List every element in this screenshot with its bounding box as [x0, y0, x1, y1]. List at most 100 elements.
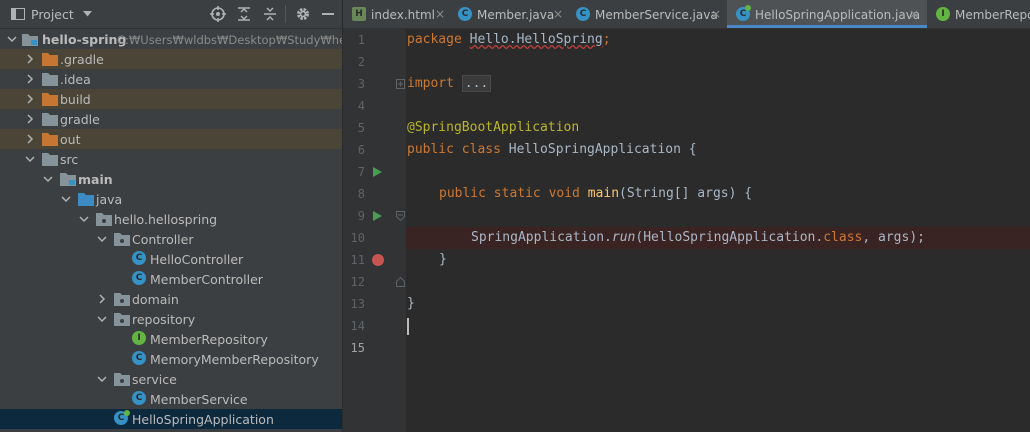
code-token: import [407, 76, 462, 91]
chevron-right-icon[interactable] [96, 293, 108, 305]
line-number: 14 [350, 319, 365, 333]
class-icon: C [576, 7, 590, 21]
tab-label: HelloSpringApplication.java [755, 8, 921, 22]
project-panel-header: Project [0, 0, 342, 29]
run-icon[interactable] [373, 167, 382, 177]
package-icon [96, 213, 112, 226]
line-number: 13 [350, 297, 365, 311]
tree-row-member-controller[interactable]: C MemberController [0, 269, 342, 289]
tab-member-java[interactable]: C Member.java × [449, 0, 567, 28]
close-icon[interactable]: × [553, 7, 563, 21]
chevron-right-icon[interactable] [24, 73, 36, 85]
close-icon[interactable]: × [909, 7, 919, 21]
package-icon [114, 293, 130, 306]
tree-label: MemberService [150, 392, 248, 407]
tree-row-out[interactable]: out [0, 129, 342, 149]
tree-row-idea[interactable]: .idea [0, 69, 342, 89]
tab-hello-spring-application-java[interactable]: C HelloSpringApplication.java × [727, 0, 927, 28]
chevron-down-icon[interactable] [83, 11, 92, 17]
class-icon: C [132, 391, 146, 405]
project-path: C:₩Users₩wldbs₩Desktop₩Study₩hello-s [117, 33, 342, 47]
package-icon [114, 313, 130, 326]
tree-row-root[interactable]: hello-spring C:₩Users₩wldbs₩Desktop₩Stud… [0, 29, 342, 49]
tab-index-html[interactable]: H index.html × [343, 0, 449, 28]
tree-row-main[interactable]: main [0, 169, 342, 189]
folded-imports[interactable]: ... [461, 75, 492, 92]
run-icon[interactable] [373, 211, 382, 221]
tree-row-java[interactable]: java [0, 189, 342, 209]
code-editor[interactable]: package Hello.HelloSpring; import ... @S… [406, 29, 1030, 432]
chevron-down-icon[interactable] [96, 373, 108, 385]
tree-label: src [60, 152, 79, 167]
line-number: 12 [350, 275, 365, 289]
project-tree: hello-spring C:₩Users₩wldbs₩Desktop₩Stud… [0, 29, 342, 429]
tree-row-domain[interactable]: domain [0, 289, 342, 309]
fold-minus-icon[interactable] [396, 211, 405, 221]
html-file-icon: H [352, 7, 366, 21]
tab-label: index.html [371, 8, 435, 22]
chevron-down-icon[interactable] [6, 33, 18, 45]
chevron-down-icon[interactable] [96, 313, 108, 325]
tree-row-memory-member-repository[interactable]: C MemoryMemberRepository [0, 349, 342, 369]
chevron-right-icon[interactable] [24, 133, 36, 145]
fold-plus-icon[interactable] [396, 79, 405, 89]
tree-row-gradle[interactable]: gradle [0, 109, 342, 129]
chevron-down-icon[interactable] [24, 153, 36, 165]
fold-end-icon[interactable] [396, 277, 405, 287]
tree-row-hello-spring-application[interactable]: C HelloSpringApplication [0, 409, 342, 429]
tree-row-package-root[interactable]: hello.hellospring [0, 209, 342, 229]
line-number: 7 [357, 165, 365, 179]
tree-row-service[interactable]: service [0, 369, 342, 389]
chevron-down-icon[interactable] [78, 213, 90, 225]
tree-label: service [132, 372, 177, 387]
tree-row-hello-controller[interactable]: C HelloController [0, 249, 342, 269]
project-view-dropdown-label[interactable]: Project [31, 7, 74, 22]
folder-icon [42, 133, 58, 146]
tree-row-build[interactable]: build [0, 89, 342, 109]
close-icon[interactable]: × [435, 7, 445, 21]
tree-row-controller[interactable]: Controller [0, 229, 342, 249]
tree-label: domain [132, 292, 179, 307]
chevron-down-icon[interactable] [42, 173, 54, 185]
folder-icon [42, 73, 58, 86]
line-number: 9 [357, 209, 365, 223]
folder-icon [42, 93, 58, 106]
tree-row-member-service[interactable]: C MemberService [0, 389, 342, 409]
chevron-right-icon[interactable] [24, 113, 36, 125]
chevron-right-icon[interactable] [24, 53, 36, 65]
breakpoint-icon[interactable] [372, 254, 384, 266]
tab-label: MemberService.java [595, 8, 718, 22]
interface-icon: I [132, 331, 146, 345]
tree-row-repository[interactable]: repository [0, 309, 342, 329]
tree-row-gradle-cache[interactable]: .gradle [0, 49, 342, 69]
collapse-all-icon[interactable] [262, 6, 278, 22]
code-token: @SpringBootApplication [407, 120, 580, 135]
tree-label: MemberRepository [150, 332, 268, 347]
code-token: Hello.HelloSpring [469, 32, 603, 47]
hide-panel-icon[interactable] [320, 6, 336, 22]
tab-member-service-java[interactable]: C MemberService.java × [567, 0, 727, 28]
gear-icon[interactable] [295, 6, 311, 22]
line-number: 11 [350, 253, 365, 267]
code-token: (String[] args) { [619, 186, 753, 201]
locate-file-icon[interactable] [210, 6, 226, 22]
class-icon: C [458, 7, 472, 21]
tab-member-repository[interactable]: I MemberRepos [927, 0, 1030, 28]
chevron-down-icon[interactable] [96, 233, 108, 245]
line-number: 15 [350, 341, 365, 355]
expand-all-icon[interactable] [236, 6, 252, 22]
line-number: 5 [357, 121, 365, 135]
chevron-right-icon[interactable] [24, 93, 36, 105]
code-token: } [407, 296, 415, 311]
tree-row-member-repository[interactable]: I MemberRepository [0, 329, 342, 349]
folder-icon [42, 53, 58, 66]
tree-label: build [60, 92, 91, 107]
code-line-current [406, 315, 1030, 337]
tree-row-src[interactable]: src [0, 149, 342, 169]
tree-label: main [78, 172, 113, 187]
close-icon[interactable]: × [711, 7, 721, 21]
tree-label: Controller [132, 232, 194, 247]
chevron-down-icon[interactable] [60, 193, 72, 205]
tree-label: .idea [60, 72, 91, 87]
line-number: 6 [357, 143, 365, 157]
